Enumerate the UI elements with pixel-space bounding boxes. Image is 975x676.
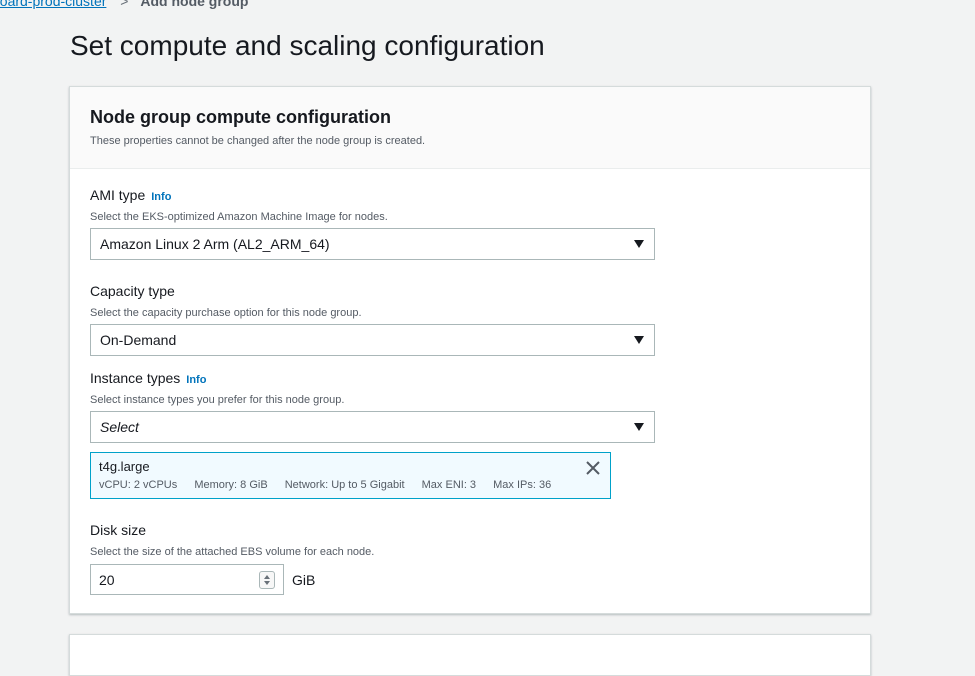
token-network: Network: Up to 5 Gigabit <box>284 479 405 491</box>
ami-type-description: Select the EKS-optimized Amazon Machine … <box>90 211 388 223</box>
instance-types-field: Instance types Info Select instance types… <box>90 370 655 443</box>
instance-types-placeholder: Select <box>100 419 139 435</box>
disk-size-label: Disk size <box>90 522 147 538</box>
page-title: Set compute and scaling configuration <box>70 30 545 61</box>
ami-type-info-link[interactable]: Info <box>151 191 171 203</box>
instance-types-description: Select instance types you prefer for thi… <box>90 394 345 406</box>
disk-size-field: Disk size Select the size of the attache… <box>90 522 374 595</box>
instance-types-label: Instance types <box>90 370 181 386</box>
breadcrumb-separator: > <box>120 0 129 9</box>
disk-size-input[interactable]: 20 <box>90 564 284 595</box>
panel-description: These properties cannot be changed after… <box>90 135 426 147</box>
ami-type-label: AMI type <box>90 187 146 203</box>
capacity-type-field: Capacity type Select the capacity purcha… <box>90 283 655 356</box>
token-instance-name: t4g.large <box>99 459 150 474</box>
compute-config-panel: Node group compute configuration These p… <box>69 86 871 614</box>
close-icon[interactable] <box>585 460 601 476</box>
ami-type-value: Amazon Linux 2 Arm (AL2_ARM_64) <box>100 236 330 252</box>
disk-size-description: Select the size of the attached EBS volu… <box>90 546 375 558</box>
breadcrumb-current: Add node group <box>140 0 249 9</box>
capacity-type-value: On-Demand <box>100 332 177 348</box>
token-meta: vCPU: 2 vCPUs Memory: 8 GiB Network: Up … <box>99 479 602 491</box>
disk-size-value: 20 <box>99 571 115 588</box>
token-max-ips: Max IPs: 36 <box>493 479 552 491</box>
instance-type-token: t4g.large vCPU: 2 vCPUs Memory: 8 GiB Ne… <box>90 452 611 499</box>
token-memory: Memory: 8 GiB <box>194 479 268 491</box>
capacity-type-select[interactable]: On-Demand <box>90 324 655 356</box>
panel-title: Node group compute configuration <box>90 107 391 127</box>
disk-size-row: 20 GiB <box>90 564 374 595</box>
breadcrumb: board-prod-cluster > Add node group <box>0 0 248 9</box>
caret-down-icon <box>634 423 644 431</box>
ami-type-field: AMI type Info Select the EKS-optimized Am… <box>90 187 655 260</box>
instance-types-select[interactable]: Select <box>90 411 655 443</box>
ami-type-select[interactable]: Amazon Linux 2 Arm (AL2_ARM_64) <box>90 228 655 260</box>
breadcrumb-cluster-link[interactable]: board-prod-cluster <box>0 0 106 9</box>
capacity-type-label: Capacity type <box>90 283 175 299</box>
next-panel <box>69 634 871 676</box>
disk-size-unit: GiB <box>292 571 316 588</box>
token-vcpu: vCPU: 2 vCPUs <box>99 479 178 491</box>
capacity-type-description: Select the capacity purchase option for … <box>90 307 362 319</box>
spinner-down-icon[interactable] <box>264 580 270 585</box>
spinner-icon[interactable] <box>259 570 275 589</box>
caret-down-icon <box>634 240 644 248</box>
token-max-eni: Max ENI: 3 <box>421 479 477 491</box>
panel-header: Node group compute configuration These p… <box>70 87 870 169</box>
instance-types-info-link[interactable]: Info <box>186 374 206 386</box>
caret-down-icon <box>634 336 644 344</box>
spinner-up-icon[interactable] <box>264 574 270 579</box>
